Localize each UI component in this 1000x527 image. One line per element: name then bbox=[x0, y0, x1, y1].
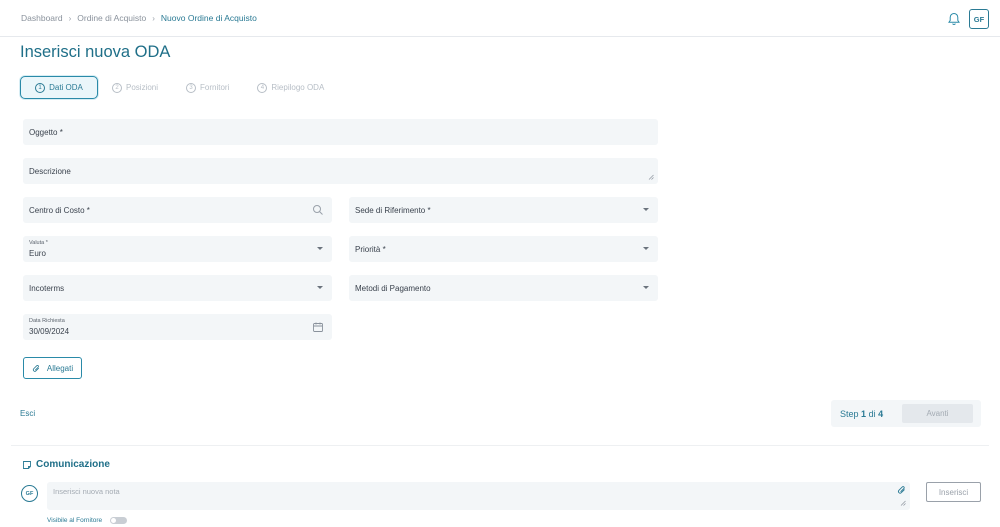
note-placeholder: Inserisci nuova nota bbox=[53, 487, 120, 496]
inserisci-button[interactable]: Inserisci bbox=[926, 482, 981, 502]
valuta-value: Euro bbox=[29, 249, 46, 258]
resize-handle-icon[interactable] bbox=[900, 500, 906, 506]
priorita-label: Priorità * bbox=[355, 245, 386, 254]
sede-select[interactable]: Sede di Riferimento * bbox=[349, 197, 658, 223]
step-counter: Step 1 di 4 bbox=[840, 409, 883, 419]
descrizione-label: Descrizione bbox=[29, 167, 71, 176]
step-fornitori[interactable]: 3 Fornitori bbox=[186, 82, 230, 93]
data-richiesta-label: Data Richiesta bbox=[29, 318, 65, 324]
visibile-fornitore-label: Visibile al Fornitore bbox=[47, 517, 103, 524]
esci-link[interactable]: Esci bbox=[20, 409, 35, 418]
stepper: 1 Dati ODA 2 Posizioni 3 Fornitori 4 Rie… bbox=[20, 76, 352, 99]
step-total: 4 bbox=[878, 409, 884, 419]
breadcrumb-current: Nuovo Ordine di Acquisto bbox=[160, 13, 257, 23]
visibile-fornitore-row: Visibile al Fornitore bbox=[47, 517, 128, 524]
calendar-icon[interactable] bbox=[312, 321, 324, 333]
page-title: Inserisci nuova ODA bbox=[20, 43, 171, 61]
data-richiesta-value: 30/09/2024 bbox=[29, 327, 70, 336]
step-current: 1 bbox=[861, 409, 867, 419]
note-icon bbox=[23, 460, 31, 469]
step-posizioni[interactable]: 2 Posizioni bbox=[112, 82, 159, 93]
step-of: di bbox=[868, 409, 876, 419]
priorita-select[interactable]: Priorità * bbox=[349, 236, 658, 262]
chevron-down-icon bbox=[643, 208, 649, 211]
step-riepilogo[interactable]: 4 Riepilogo ODA bbox=[257, 82, 325, 93]
step-label: Riepilogo ODA bbox=[271, 83, 325, 92]
sede-label: Sede di Riferimento * bbox=[355, 206, 431, 215]
chevron-down-icon bbox=[317, 286, 323, 289]
breadcrumb: Dashboard › Ordine di Acquisto › Nuovo O… bbox=[21, 13, 257, 23]
centro-costo-field[interactable]: Centro di Costo * bbox=[23, 197, 332, 223]
chevron-down-icon bbox=[643, 286, 649, 289]
oggetto-label: Oggetto * bbox=[29, 128, 63, 137]
oggetto-field[interactable]: Oggetto * bbox=[23, 119, 658, 145]
note-textarea[interactable]: Inserisci nuova nota bbox=[47, 482, 910, 510]
paperclip-icon[interactable] bbox=[897, 485, 907, 495]
allegati-label: Allegati bbox=[46, 363, 74, 373]
step-label: Fornitori bbox=[200, 83, 230, 92]
breadcrumb-orders[interactable]: Ordine di Acquisto bbox=[77, 13, 146, 23]
avatar: GF bbox=[21, 485, 38, 502]
step-label: Dati ODA bbox=[49, 83, 83, 92]
bell-icon[interactable] bbox=[946, 11, 962, 27]
incoterms-label: Incoterms bbox=[29, 284, 65, 293]
comunicazione-title: Comunicazione bbox=[36, 459, 110, 470]
section-divider bbox=[11, 445, 989, 446]
step-number: 2 bbox=[112, 82, 122, 93]
step-footer: Step 1 di 4 Avanti bbox=[831, 400, 981, 427]
paperclip-icon bbox=[32, 364, 39, 372]
metodi-pagamento-select[interactable]: Metodi di Pagamento bbox=[349, 275, 658, 301]
valuta-select[interactable]: Valuta * Euro bbox=[23, 236, 332, 262]
top-bar: Dashboard › Ordine di Acquisto › Nuovo O… bbox=[0, 0, 1000, 37]
incoterms-select[interactable]: Incoterms bbox=[23, 275, 332, 301]
chevron-down-icon bbox=[317, 247, 323, 250]
step-word: Step bbox=[840, 409, 859, 419]
metodi-pagamento-label: Metodi di Pagamento bbox=[355, 284, 431, 293]
breadcrumb-dashboard[interactable]: Dashboard bbox=[21, 13, 63, 23]
step-number: 4 bbox=[257, 82, 268, 93]
centro-costo-label: Centro di Costo * bbox=[29, 206, 90, 215]
visibile-fornitore-toggle[interactable] bbox=[110, 517, 128, 524]
valuta-label: Valuta * bbox=[29, 240, 48, 246]
step-label: Posizioni bbox=[126, 83, 159, 92]
chevron-down-icon bbox=[643, 247, 649, 250]
step-dati-oda[interactable]: 1 Dati ODA bbox=[20, 76, 98, 99]
user-avatar-button[interactable]: GF bbox=[969, 9, 989, 29]
allegati-button[interactable]: Allegati bbox=[23, 357, 82, 379]
breadcrumb-separator-icon: › bbox=[68, 13, 72, 23]
comunicazione-heading: Comunicazione bbox=[22, 459, 110, 470]
search-icon[interactable] bbox=[312, 204, 324, 216]
step-number: 3 bbox=[186, 82, 197, 93]
avanti-button[interactable]: Avanti bbox=[902, 404, 973, 423]
data-richiesta-field[interactable]: Data Richiesta 30/09/2024 bbox=[23, 314, 332, 340]
step-number: 1 bbox=[35, 82, 46, 93]
breadcrumb-separator-icon: › bbox=[152, 13, 155, 23]
resize-handle-icon[interactable] bbox=[648, 174, 654, 180]
descrizione-textarea[interactable]: Descrizione bbox=[23, 158, 658, 184]
